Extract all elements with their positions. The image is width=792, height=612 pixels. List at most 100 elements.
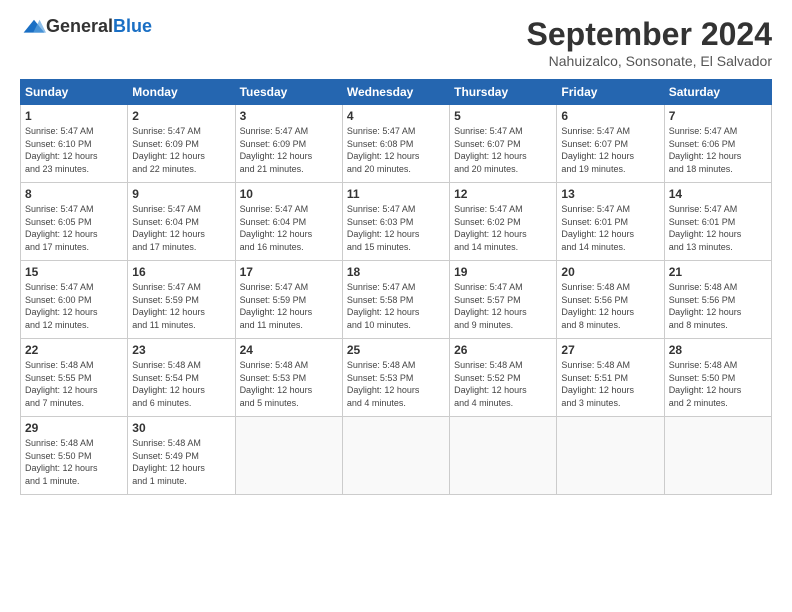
day-info: Sunrise: 5:47 AM Sunset: 6:09 PM Dayligh… [240, 125, 338, 175]
day-number: 4 [347, 109, 445, 123]
calendar-cell [664, 417, 771, 495]
logo-icon [22, 18, 46, 36]
day-number: 21 [669, 265, 767, 279]
weekday-monday: Monday [128, 80, 235, 105]
day-info: Sunrise: 5:48 AM Sunset: 5:50 PM Dayligh… [669, 359, 767, 409]
calendar-week-row: 8 Sunrise: 5:47 AM Sunset: 6:05 PM Daylig… [21, 183, 772, 261]
calendar-cell: 3 Sunrise: 5:47 AM Sunset: 6:09 PM Daylig… [235, 105, 342, 183]
calendar-cell: 5 Sunrise: 5:47 AM Sunset: 6:07 PM Daylig… [450, 105, 557, 183]
day-info: Sunrise: 5:48 AM Sunset: 5:56 PM Dayligh… [669, 281, 767, 331]
weekday-sunday: Sunday [21, 80, 128, 105]
day-info: Sunrise: 5:47 AM Sunset: 6:01 PM Dayligh… [669, 203, 767, 253]
calendar-cell: 27 Sunrise: 5:48 AM Sunset: 5:51 PM Dayli… [557, 339, 664, 417]
day-number: 30 [132, 421, 230, 435]
calendar-cell [450, 417, 557, 495]
day-number: 9 [132, 187, 230, 201]
calendar-cell: 15 Sunrise: 5:47 AM Sunset: 6:00 PM Dayli… [21, 261, 128, 339]
day-info: Sunrise: 5:48 AM Sunset: 5:51 PM Dayligh… [561, 359, 659, 409]
day-number: 8 [25, 187, 123, 201]
day-info: Sunrise: 5:48 AM Sunset: 5:54 PM Dayligh… [132, 359, 230, 409]
day-number: 19 [454, 265, 552, 279]
calendar-cell: 21 Sunrise: 5:48 AM Sunset: 5:56 PM Dayli… [664, 261, 771, 339]
calendar-page: GeneralBlue September 2024 Nahuizalco, S… [0, 0, 792, 612]
weekday-wednesday: Wednesday [342, 80, 449, 105]
weekday-saturday: Saturday [664, 80, 771, 105]
calendar-cell: 25Sunrise: 5:48 AM Sunset: 5:53 PM Dayli… [342, 339, 449, 417]
day-number: 27 [561, 343, 659, 357]
day-info: Sunrise: 5:48 AM Sunset: 5:56 PM Dayligh… [561, 281, 659, 331]
calendar-cell: 30 Sunrise: 5:48 AM Sunset: 5:49 PM Dayli… [128, 417, 235, 495]
day-info: Sunrise: 5:47 AM Sunset: 6:09 PM Dayligh… [132, 125, 230, 175]
calendar-cell: 26Sunrise: 5:48 AM Sunset: 5:52 PM Dayli… [450, 339, 557, 417]
day-info: Sunrise: 5:47 AM Sunset: 6:04 PM Dayligh… [240, 203, 338, 253]
calendar-cell: 22 Sunrise: 5:48 AM Sunset: 5:55 PM Dayli… [21, 339, 128, 417]
calendar-cell [557, 417, 664, 495]
day-info: Sunrise: 5:47 AM Sunset: 5:58 PM Dayligh… [347, 281, 445, 331]
day-number: 13 [561, 187, 659, 201]
calendar-cell: 6 Sunrise: 5:47 AM Sunset: 6:07 PM Daylig… [557, 105, 664, 183]
day-info: Sunrise: 5:47 AM Sunset: 5:59 PM Dayligh… [240, 281, 338, 331]
day-info: Sunrise: 5:47 AM Sunset: 6:05 PM Dayligh… [25, 203, 123, 253]
day-info: Sunrise: 5:47 AM Sunset: 6:04 PM Dayligh… [132, 203, 230, 253]
calendar-cell: 28 Sunrise: 5:48 AM Sunset: 5:50 PM Dayli… [664, 339, 771, 417]
calendar-cell: 11 Sunrise: 5:47 AM Sunset: 6:03 PM Dayli… [342, 183, 449, 261]
weekday-thursday: Thursday [450, 80, 557, 105]
month-title: September 2024 [527, 16, 772, 53]
day-info: Sunrise: 5:47 AM Sunset: 6:10 PM Dayligh… [25, 125, 123, 175]
day-info: Sunrise: 5:48 AM Sunset: 5:50 PM Dayligh… [25, 437, 123, 487]
calendar-cell: 17Sunrise: 5:47 AM Sunset: 5:59 PM Dayli… [235, 261, 342, 339]
day-number: 16 [132, 265, 230, 279]
day-number: 26 [454, 343, 552, 357]
day-number: 6 [561, 109, 659, 123]
calendar-cell: 23Sunrise: 5:48 AM Sunset: 5:54 PM Dayli… [128, 339, 235, 417]
day-number: 11 [347, 187, 445, 201]
day-number: 15 [25, 265, 123, 279]
day-info: Sunrise: 5:47 AM Sunset: 6:06 PM Dayligh… [669, 125, 767, 175]
day-number: 29 [25, 421, 123, 435]
calendar-cell [342, 417, 449, 495]
weekday-friday: Friday [557, 80, 664, 105]
calendar-cell: 18Sunrise: 5:47 AM Sunset: 5:58 PM Dayli… [342, 261, 449, 339]
day-number: 14 [669, 187, 767, 201]
day-info: Sunrise: 5:47 AM Sunset: 5:57 PM Dayligh… [454, 281, 552, 331]
calendar-cell: 24 Sunrise: 5:48 AM Sunset: 5:53 PM Dayli… [235, 339, 342, 417]
day-info: Sunrise: 5:48 AM Sunset: 5:55 PM Dayligh… [25, 359, 123, 409]
day-number: 25 [347, 343, 445, 357]
day-number: 22 [25, 343, 123, 357]
calendar-cell: 4 Sunrise: 5:47 AM Sunset: 6:08 PM Daylig… [342, 105, 449, 183]
calendar-cell: 8 Sunrise: 5:47 AM Sunset: 6:05 PM Daylig… [21, 183, 128, 261]
day-info: Sunrise: 5:47 AM Sunset: 6:03 PM Dayligh… [347, 203, 445, 253]
day-number: 1 [25, 109, 123, 123]
calendar-cell: 13Sunrise: 5:47 AM Sunset: 6:01 PM Dayli… [557, 183, 664, 261]
calendar-cell [235, 417, 342, 495]
day-info: Sunrise: 5:47 AM Sunset: 6:07 PM Dayligh… [454, 125, 552, 175]
title-block: September 2024 Nahuizalco, Sonsonate, El… [527, 16, 772, 69]
logo: GeneralBlue [20, 16, 152, 37]
day-info: Sunrise: 5:47 AM Sunset: 6:08 PM Dayligh… [347, 125, 445, 175]
day-number: 10 [240, 187, 338, 201]
logo-text: GeneralBlue [46, 16, 152, 37]
location: Nahuizalco, Sonsonate, El Salvador [527, 53, 772, 69]
calendar-week-row: 22 Sunrise: 5:48 AM Sunset: 5:55 PM Dayli… [21, 339, 772, 417]
calendar-cell: 7 Sunrise: 5:47 AM Sunset: 6:06 PM Daylig… [664, 105, 771, 183]
calendar-week-row: 1 Sunrise: 5:47 AM Sunset: 6:10 PM Daylig… [21, 105, 772, 183]
calendar-week-row: 29 Sunrise: 5:48 AM Sunset: 5:50 PM Dayli… [21, 417, 772, 495]
day-info: Sunrise: 5:47 AM Sunset: 6:07 PM Dayligh… [561, 125, 659, 175]
calendar-cell: 16 Sunrise: 5:47 AM Sunset: 5:59 PM Dayli… [128, 261, 235, 339]
day-number: 24 [240, 343, 338, 357]
day-number: 28 [669, 343, 767, 357]
day-info: Sunrise: 5:48 AM Sunset: 5:49 PM Dayligh… [132, 437, 230, 487]
day-number: 20 [561, 265, 659, 279]
header: GeneralBlue September 2024 Nahuizalco, S… [20, 16, 772, 69]
calendar-cell: 10 Sunrise: 5:47 AM Sunset: 6:04 PM Dayli… [235, 183, 342, 261]
day-number: 2 [132, 109, 230, 123]
day-info: Sunrise: 5:47 AM Sunset: 5:59 PM Dayligh… [132, 281, 230, 331]
calendar-table: SundayMondayTuesdayWednesdayThursdayFrid… [20, 79, 772, 495]
day-info: Sunrise: 5:48 AM Sunset: 5:53 PM Dayligh… [240, 359, 338, 409]
day-number: 7 [669, 109, 767, 123]
day-number: 5 [454, 109, 552, 123]
calendar-cell: 29 Sunrise: 5:48 AM Sunset: 5:50 PM Dayli… [21, 417, 128, 495]
calendar-week-row: 15 Sunrise: 5:47 AM Sunset: 6:00 PM Dayli… [21, 261, 772, 339]
day-info: Sunrise: 5:47 AM Sunset: 6:00 PM Dayligh… [25, 281, 123, 331]
day-number: 3 [240, 109, 338, 123]
